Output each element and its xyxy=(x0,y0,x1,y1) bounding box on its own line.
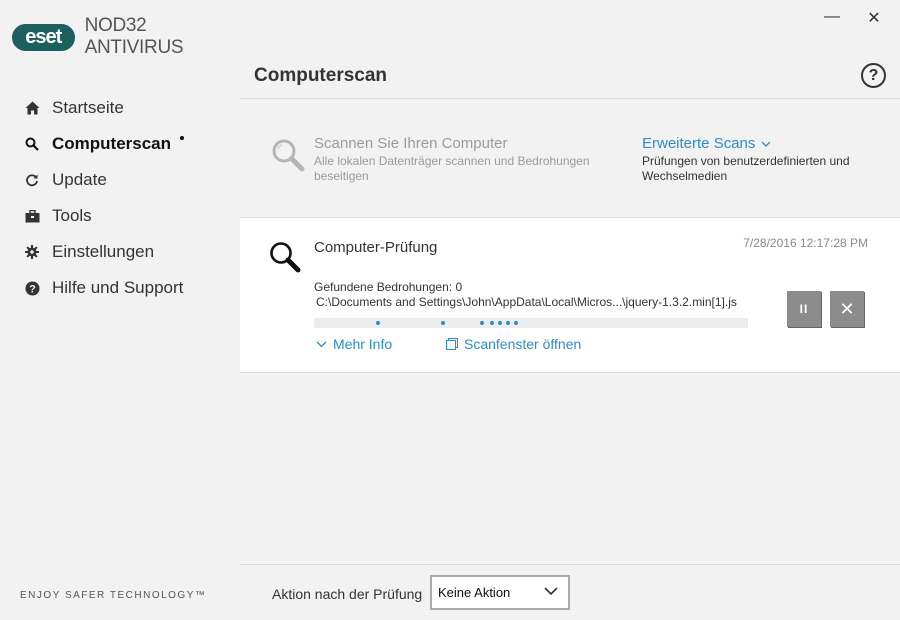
post-scan-action-select[interactable]: Keine Aktion xyxy=(430,575,570,610)
selected-value: Keine Aktion xyxy=(438,585,511,600)
main-navigation: Startseite Computerscan Update Tools Ein… xyxy=(0,90,240,306)
active-indicator-dot xyxy=(180,136,184,140)
current-file-path: C:\Documents and Settings\John\AppData\L… xyxy=(316,295,737,309)
help-button[interactable]: ? xyxy=(861,63,886,88)
sidebar-item-update[interactable]: Update xyxy=(0,162,240,198)
footer-bar: Aktion nach der Prüfung Keine Aktion xyxy=(240,564,900,620)
toolbox-icon xyxy=(24,208,40,224)
main-panel: — ✕ Computerscan ? Scannen Sie Ihren Com… xyxy=(240,0,900,620)
threats-found: Gefundene Bedrohungen: 0 xyxy=(314,280,463,294)
gear-icon xyxy=(24,244,40,260)
more-info-link[interactable]: Mehr Info xyxy=(316,336,392,352)
sidebar-item-tools[interactable]: Tools xyxy=(0,198,240,234)
advanced-scans-description: Prüfungen von benutzerdefinierten und We… xyxy=(642,154,850,183)
close-button[interactable]: ✕ xyxy=(866,8,882,28)
home-icon xyxy=(24,100,40,116)
chevron-down-icon xyxy=(544,587,558,596)
divider xyxy=(240,372,900,373)
magnifier-icon xyxy=(272,139,305,172)
chevron-down-icon xyxy=(761,141,771,147)
advanced-scans-title: Erweiterte Scans xyxy=(642,135,756,152)
progress-dot xyxy=(441,321,445,325)
magnifier-icon xyxy=(270,242,301,273)
progress-dot xyxy=(506,321,510,325)
product-name: NOD32 ANTIVIRUS xyxy=(84,15,184,58)
search-icon xyxy=(24,136,40,152)
scan-options: Scannen Sie Ihren Computer Alle lokalen … xyxy=(240,99,900,217)
progress-dot xyxy=(480,321,484,325)
page-title: Computerscan xyxy=(254,65,388,86)
sidebar-item-einstellungen[interactable]: Einstellungen xyxy=(0,234,240,270)
open-scan-window-label: Scanfenster öffnen xyxy=(464,336,582,352)
progress-dot xyxy=(376,321,380,325)
sidebar: eset NOD32 ANTIVIRUS Startseite Computer… xyxy=(0,0,240,620)
sidebar-item-label: Computerscan xyxy=(52,134,172,153)
progress-dot xyxy=(514,321,518,325)
scan-computer-option[interactable]: Scannen Sie Ihren Computer Alle lokalen … xyxy=(270,135,604,184)
sidebar-item-label: Tools xyxy=(52,206,92,225)
scan-computer-description: Alle lokalen Datenträger scannen und Bed… xyxy=(314,154,590,183)
logo-badge: eset xyxy=(12,23,75,51)
sidebar-item-label: Startseite xyxy=(52,98,124,117)
scan-timestamp: 7/28/2016 12:17:28 PM xyxy=(743,236,868,250)
help-circle-icon: ? xyxy=(24,280,40,296)
sidebar-item-hilfe[interactable]: ? Hilfe und Support xyxy=(0,270,240,306)
advanced-scans-option[interactable]: Erweiterte Scans Prüfungen von benutzerd… xyxy=(642,135,872,184)
scan-title: Computer-Prüfung xyxy=(314,239,438,256)
refresh-icon xyxy=(24,172,40,188)
pause-button[interactable]: II xyxy=(787,291,821,327)
sidebar-item-label: Einstellungen xyxy=(52,242,155,261)
post-scan-action-label: Aktion nach der Prüfung xyxy=(272,586,423,602)
scan-computer-title: Scannen Sie Ihren Computer xyxy=(314,135,508,152)
window-icon xyxy=(446,338,458,350)
sidebar-item-computerscan[interactable]: Computerscan xyxy=(0,126,240,162)
window-controls: — ✕ xyxy=(824,8,882,28)
more-info-label: Mehr Info xyxy=(333,336,393,352)
sidebar-item-label: Hilfe und Support xyxy=(52,278,184,297)
tagline: ENJOY SAFER TECHNOLOGY™ xyxy=(20,590,207,601)
sidebar-item-label: Update xyxy=(52,170,107,189)
minimize-button[interactable]: — xyxy=(824,8,840,28)
scan-progress-bar xyxy=(314,318,748,328)
sidebar-item-startseite[interactable]: Startseite xyxy=(0,90,240,126)
svg-text:?: ? xyxy=(29,283,36,295)
scan-progress-card: Computer-Prüfung 7/28/2016 12:17:28 PM G… xyxy=(240,218,900,372)
stop-button[interactable]: ✕ xyxy=(830,291,864,327)
progress-dot xyxy=(490,321,494,325)
progress-dot xyxy=(498,321,502,325)
open-scan-window-link[interactable]: Scanfenster öffnen xyxy=(446,336,581,352)
eset-logo: eset NOD32 ANTIVIRUS xyxy=(12,15,240,59)
chevron-down-icon xyxy=(316,341,327,347)
